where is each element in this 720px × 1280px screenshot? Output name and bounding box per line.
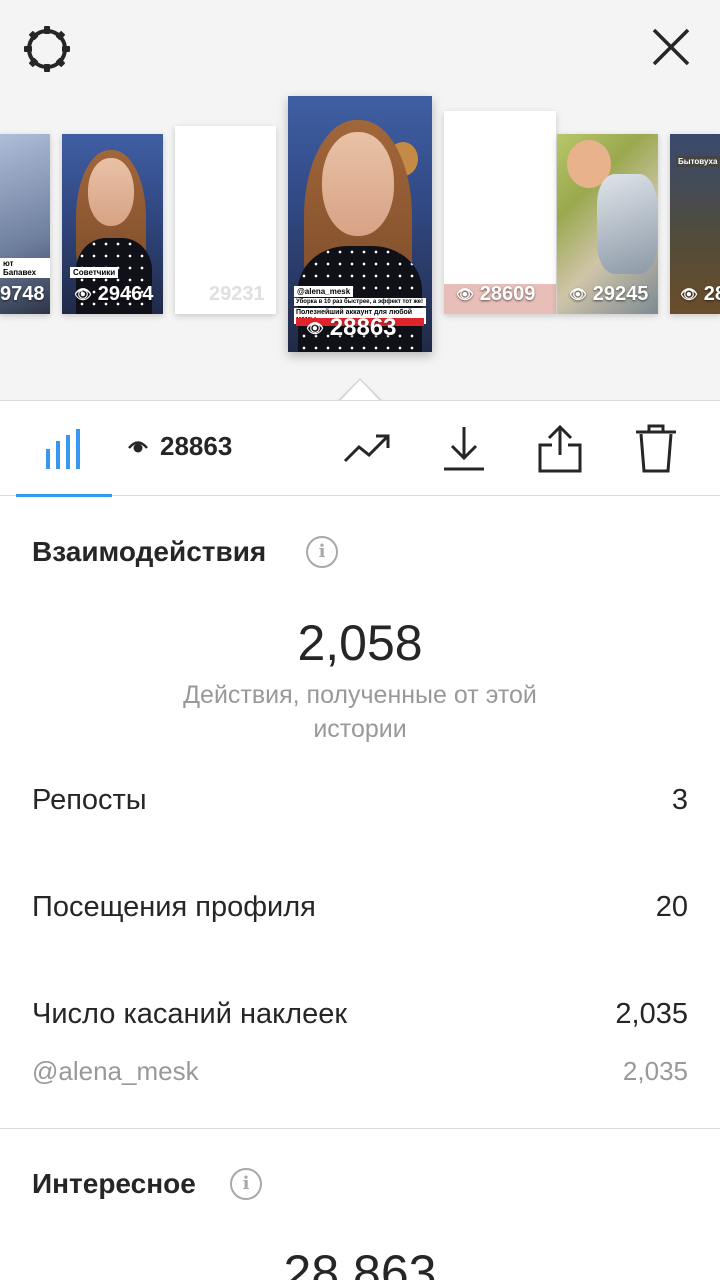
close-icon[interactable]	[648, 24, 694, 70]
story-thumbnail[interactable]: 👁 28609	[444, 111, 556, 314]
story-views: 👁 29245	[569, 283, 649, 305]
story-views: 👁 28863	[306, 314, 397, 341]
story-views: 29231	[209, 283, 265, 305]
story-views: 👁 29464	[74, 283, 154, 305]
interactions-title: Взаимодействия	[32, 536, 267, 567]
story-views: 👁 28609	[456, 283, 536, 305]
eye-icon: 👁	[456, 286, 474, 302]
trending-up-icon[interactable]	[342, 423, 394, 475]
view-count[interactable]: 28863	[128, 431, 232, 462]
story-caption: Бытовуха	[676, 156, 720, 167]
share-icon[interactable]	[534, 423, 586, 475]
info-icon[interactable]: i	[230, 1168, 262, 1200]
info-icon[interactable]: i	[306, 536, 338, 568]
story-thumbnail[interactable]: ют Бапавех 9748	[0, 134, 50, 314]
interactions-total: 2,058	[297, 615, 423, 671]
download-icon[interactable]	[438, 423, 490, 475]
profile-visits-value: 20	[655, 891, 688, 923]
eye-icon: 👁	[569, 286, 587, 302]
story-thumbnail[interactable]: 29231	[175, 126, 276, 314]
eye-icon	[128, 440, 148, 452]
story-views: 9748	[0, 283, 45, 305]
section-divider	[0, 1128, 720, 1129]
sticker-taps-label: Число касаний наклеек	[32, 998, 348, 1030]
story-thumbnail-selected[interactable]: @alena_mesk Уборка в 10 раз быстрее, а э…	[288, 96, 432, 352]
story-caption: Советчики	[70, 267, 119, 278]
story-views: 👁28	[680, 283, 720, 305]
story-action-bar: 28863	[0, 400, 720, 497]
story-caption: @alena_mesk	[294, 286, 354, 297]
sticker-mention-label[interactable]: @alena_mesk	[32, 1056, 199, 1087]
profile-visits-label: Посещения профиля	[32, 891, 316, 923]
story-text-line: Уборка в 10 раз быстрее, а эффект тот же…	[294, 298, 426, 306]
story-thumbnail[interactable]: Бытовуха 👁28	[670, 134, 720, 314]
eye-icon: 👁	[680, 286, 698, 302]
story-caption: ют Бапавех	[0, 258, 50, 278]
trash-icon[interactable]	[630, 423, 682, 475]
gear-icon[interactable]	[22, 24, 72, 74]
discovery-title: Интересное	[32, 1168, 196, 1199]
bar-chart-icon	[46, 429, 80, 469]
story-thumbnail[interactable]: Советчики 👁 29464	[62, 134, 163, 314]
reposts-label: Репосты	[32, 784, 147, 816]
tab-insights[interactable]	[16, 401, 112, 497]
interactions-total-label: Действия, полученные от этой истории	[183, 681, 537, 743]
eye-icon: 👁	[306, 319, 324, 336]
sticker-taps-value: 2,035	[615, 998, 688, 1030]
reposts-value: 3	[671, 784, 688, 816]
selection-pointer-inner	[340, 380, 380, 401]
sticker-mention-value: 2,035	[622, 1056, 688, 1086]
story-thumbnail[interactable]: 👁 29245	[557, 134, 658, 314]
view-count-value: 28863	[160, 431, 233, 461]
story-strip-area: ют Бапавех 9748 Советчики 👁 29464 29231 👁…	[0, 0, 720, 401]
discovery-total: 28,863	[283, 1245, 437, 1280]
eye-icon: 👁	[74, 286, 92, 302]
